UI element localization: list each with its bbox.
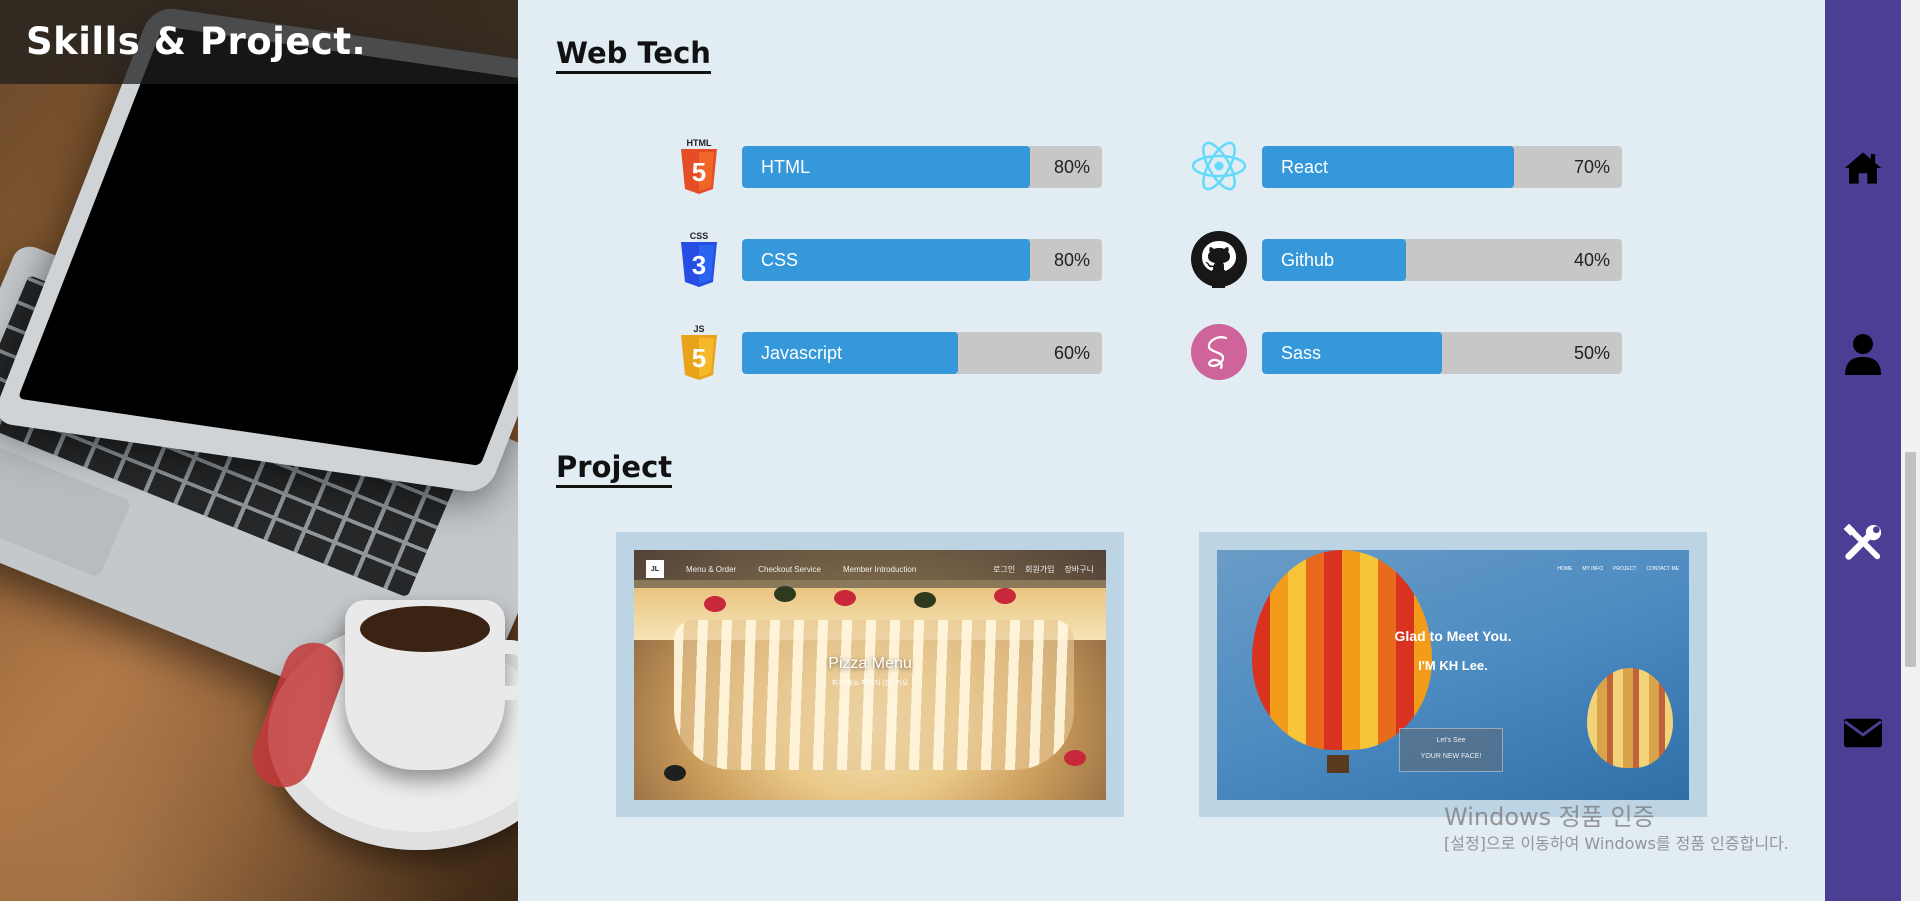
html5-icon: HTML 5 [670, 137, 728, 195]
html-progress: HTML 80% [742, 146, 1102, 188]
svg-text:CSS: CSS [690, 231, 709, 241]
javascript-label: Javascript [761, 343, 843, 363]
portfolio-greeting: Glad to Meet You. [1394, 628, 1512, 644]
hot-air-balloon-large [1252, 550, 1432, 750]
react-progress: React 70% [1262, 146, 1622, 188]
user-icon [1845, 334, 1881, 375]
nav-contact-button[interactable] [1843, 713, 1883, 753]
pizza-nav-link: Checkout Service [758, 564, 821, 574]
windows-activation-text: [설정]으로 이동하여 Windows를 정품 인증합니다. [1444, 834, 1789, 853]
pizza-topping [994, 588, 1016, 604]
github-progress: Github 40% [1262, 239, 1622, 281]
portfolio-cta-line1: Let's See [1436, 737, 1466, 744]
project-card-portfolio[interactable]: HOME MY INFO PROJECT CONTACT ME Glad to … [1199, 532, 1707, 817]
skill-github: Github 40% [1190, 230, 1630, 290]
sass-progress: Sass 50% [1262, 332, 1622, 374]
project-thumbnail-portfolio[interactable]: HOME MY INFO PROJECT CONTACT ME Glad to … [1217, 550, 1689, 800]
svg-text:5: 5 [692, 157, 706, 187]
project-heading: Project [556, 451, 673, 488]
pizza-topping [834, 590, 856, 606]
nav-skills-button[interactable] [1843, 523, 1883, 564]
javascript-progress: Javascript 60% [742, 332, 1102, 374]
pizza-topping [1064, 750, 1086, 766]
hot-air-balloon-small [1587, 668, 1673, 768]
portfolio-nav-link: HOME [1557, 566, 1573, 572]
html-label: HTML [761, 157, 810, 177]
coffee [360, 606, 490, 652]
portfolio-nav-link: MY INFO [1582, 566, 1604, 572]
react-percent: 70% [1573, 157, 1610, 177]
portfolio-nav-link: CONTACT ME [1646, 566, 1679, 572]
windows-activation-title: Windows 정품 인증 [1444, 803, 1655, 831]
web-tech-heading: Web Tech [556, 37, 711, 74]
html-percent: 80% [1053, 157, 1090, 177]
sass-percent: 50% [1573, 343, 1610, 363]
balloon-basket [1327, 755, 1349, 773]
svg-text:HTML: HTML [687, 138, 712, 148]
project-card-pizza[interactable]: JL Menu & Order Checkout Service Member … [616, 532, 1124, 817]
pizza-site-nav: JL Menu & Order Checkout Service Member … [634, 550, 1106, 588]
svg-text:5: 5 [692, 343, 706, 373]
tools-icon [1843, 523, 1882, 560]
cup-handle [490, 640, 518, 700]
envelope-icon [1843, 718, 1883, 748]
page-scrollbar[interactable] [1901, 0, 1920, 901]
pizza-topping [774, 586, 796, 602]
sass-icon [1190, 323, 1248, 381]
skill-javascript: JS 5 Javascript 60% [670, 323, 1110, 383]
css-label: CSS [761, 250, 799, 270]
sass-label: Sass [1281, 343, 1322, 363]
scrollbar-thumb[interactable] [1905, 452, 1916, 667]
page-title: Skills & Project. [26, 20, 367, 63]
js-icon: JS 5 [670, 323, 728, 381]
pizza-topping [914, 592, 936, 608]
pizza-nav-link: 회원가입 [1025, 564, 1055, 574]
github-label: Github [1281, 250, 1335, 270]
react-icon [1190, 137, 1248, 195]
pizza-topping [704, 596, 726, 612]
main-content: Web Tech HTML 5 HTML 80% CSS 3 CSS 80% J… [518, 0, 1825, 901]
nav-home-button[interactable] [1843, 148, 1883, 188]
portfolio-site-nav: HOME MY INFO PROJECT CONTACT ME [1557, 566, 1679, 572]
skill-react: React 70% [1190, 137, 1630, 197]
github-icon [1190, 230, 1248, 288]
home-icon [1844, 152, 1882, 184]
pizza-site-logo: JL [646, 560, 664, 578]
right-nav [1825, 0, 1901, 901]
svg-text:3: 3 [692, 250, 706, 280]
github-percent: 40% [1573, 250, 1610, 270]
svg-text:JS: JS [693, 324, 704, 334]
portfolio-name: I'M KH Lee. [1418, 658, 1488, 673]
hero-photo: Skills & Project. [0, 0, 518, 901]
portfolio-cta-button: Let's See YOUR NEW FACE! [1399, 728, 1503, 772]
portfolio-nav-link: PROJECT [1613, 566, 1637, 572]
css-progress: CSS 80% [742, 239, 1102, 281]
pizza-nav-link: Member Introduction [842, 564, 917, 574]
javascript-percent: 60% [1053, 343, 1090, 363]
portfolio-cta-line2: YOUR NEW FACE! [1420, 753, 1482, 760]
css-percent: 80% [1053, 250, 1090, 270]
skill-css: CSS 3 CSS 80% [670, 230, 1110, 290]
pizza-nav-link: 로그인 [993, 564, 1016, 574]
pizza-heading: Pizza Menu [828, 655, 912, 672]
skill-html: HTML 5 HTML 80% [670, 137, 1110, 197]
react-label: React [1281, 157, 1329, 177]
pizza-nav-link: 장바구니 [1064, 564, 1094, 574]
skill-sass: Sass 50% [1190, 323, 1630, 383]
pizza-nav-link: Menu & Order [686, 564, 737, 574]
project-thumbnail-pizza[interactable]: JL Menu & Order Checkout Service Member … [634, 550, 1106, 800]
nav-about-button[interactable] [1843, 334, 1883, 375]
css3-icon: CSS 3 [670, 230, 728, 288]
pizza-subheading: 피자 메뉴 페이지 (한) 가요 [831, 680, 909, 687]
pizza-cheese [674, 620, 1074, 770]
pizza-topping [664, 765, 686, 781]
